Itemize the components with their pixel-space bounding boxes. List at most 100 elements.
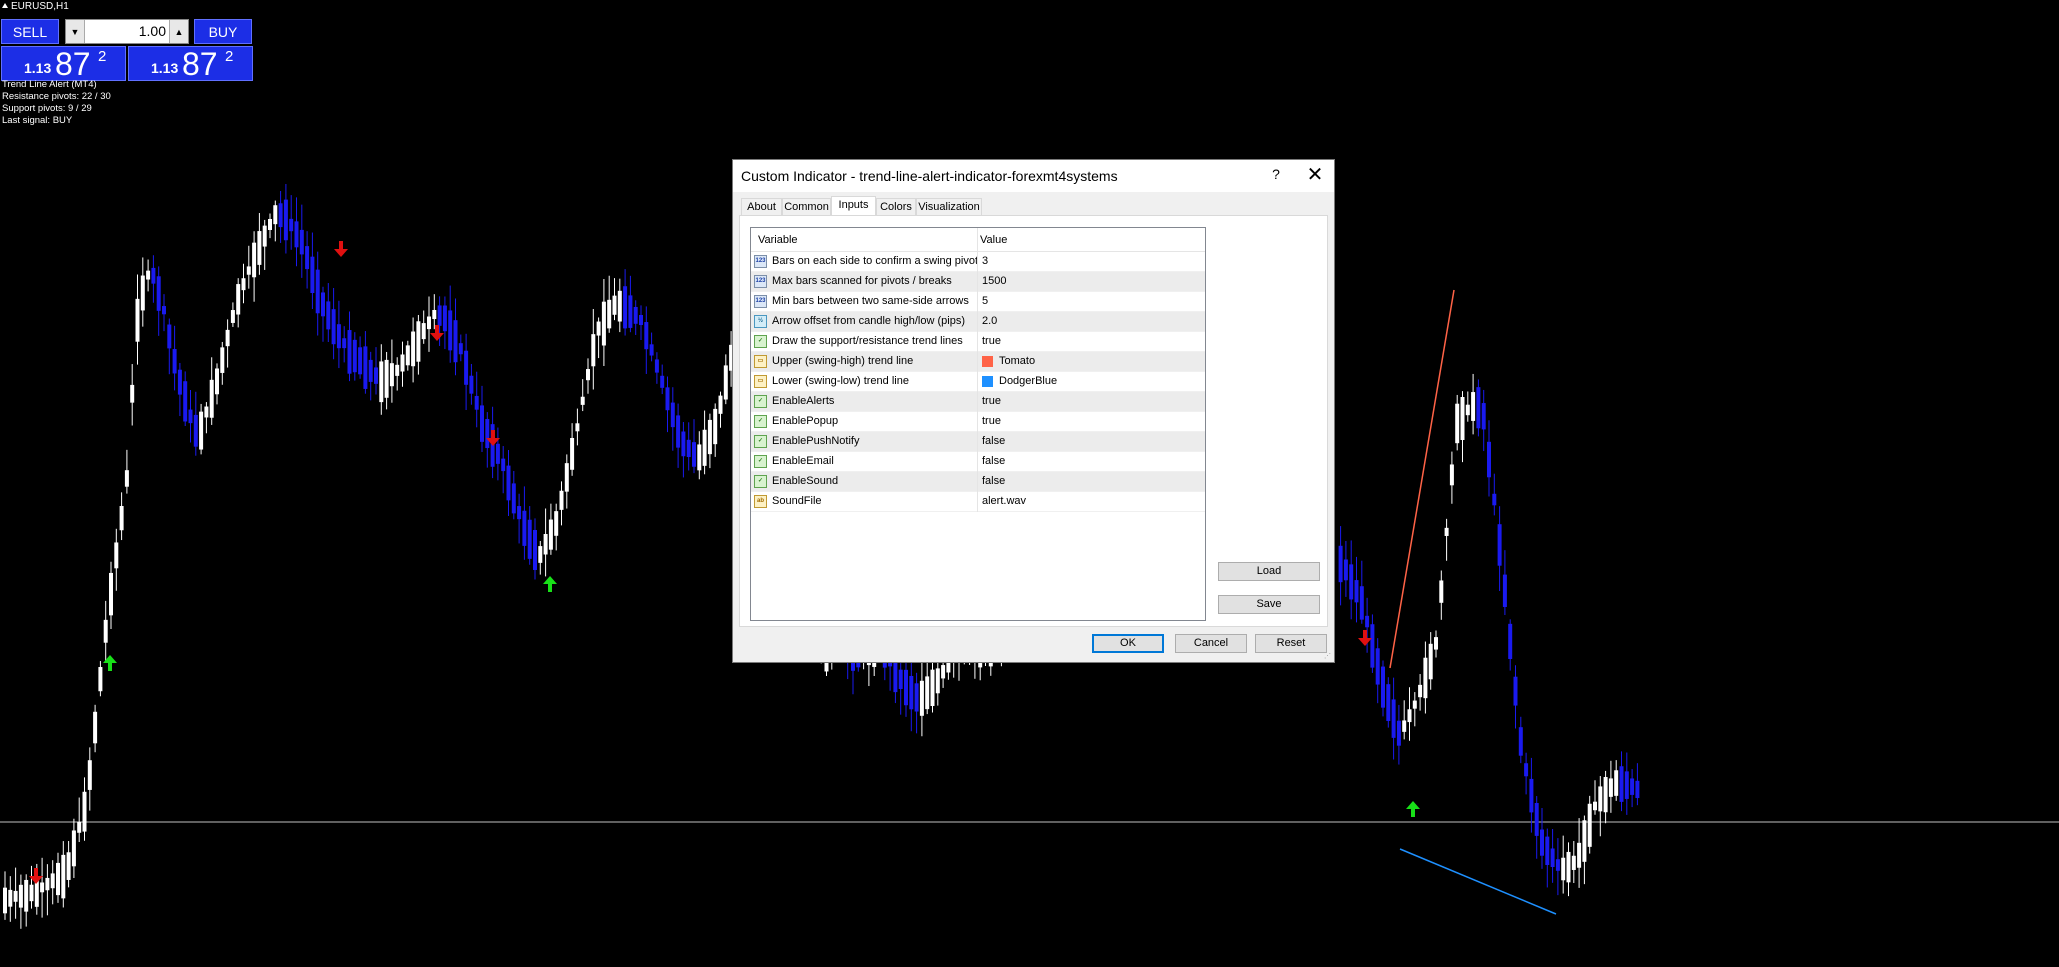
candle-body [1396, 720, 1401, 746]
candle-body [1465, 404, 1470, 416]
value-column-header[interactable]: Value [980, 234, 1007, 246]
candle-body [506, 465, 511, 501]
ask-price-fraction: 2 [225, 48, 234, 65]
table-row[interactable]: ✓ EnableSound false [751, 472, 1205, 492]
collapse-triangle-icon[interactable] [2, 3, 8, 8]
candle-body [554, 511, 559, 536]
candle-body [1412, 700, 1417, 709]
param-value[interactable]: 2.0 [982, 315, 997, 327]
candle-body [559, 490, 564, 510]
candle-body [93, 711, 98, 744]
candle-body [8, 889, 13, 907]
candle-body [241, 278, 246, 291]
tab-about[interactable]: About [741, 198, 782, 215]
param-value[interactable]: 1500 [982, 275, 1006, 287]
table-row[interactable]: 123 Bars on each side to confirm a swing … [751, 252, 1205, 272]
tab-inputs[interactable]: Inputs [831, 196, 876, 216]
header-divider[interactable] [977, 228, 978, 251]
load-button[interactable]: Load [1218, 562, 1320, 581]
param-name: Max bars scanned for pivots / breaks [772, 275, 952, 287]
candle-body [660, 375, 665, 388]
candle-body [1508, 623, 1513, 659]
cell-divider [977, 392, 978, 412]
int-type-icon: 123 [754, 295, 767, 308]
resize-grip-icon[interactable]: ⋰ [1324, 652, 1332, 660]
table-row[interactable]: ✓ EnablePushNotify false [751, 432, 1205, 452]
param-value[interactable]: false [982, 455, 1005, 467]
candle-body [358, 347, 363, 375]
table-row[interactable]: ab SoundFile alert.wav [751, 492, 1205, 512]
candle-body [480, 405, 484, 442]
param-value[interactable]: 5 [982, 295, 988, 307]
candle-body [1614, 770, 1619, 796]
param-value[interactable]: false [982, 475, 1005, 487]
candle-body [1598, 786, 1603, 812]
candle-body [395, 364, 400, 376]
param-value[interactable]: Tomato [999, 355, 1035, 367]
candle-body [1460, 396, 1465, 441]
param-value[interactable]: true [982, 415, 1001, 427]
candle-body [670, 402, 675, 428]
table-row[interactable]: ✓ EnablePopup true [751, 412, 1205, 432]
candle-body [130, 384, 135, 403]
table-row[interactable]: 123 Min bars between two same-side arrows… [751, 292, 1205, 312]
symbol-label: EURUSD,H1 [2, 1, 69, 12]
candle-body [199, 411, 204, 450]
candle-body [209, 379, 214, 418]
lot-increase-icon[interactable]: ▲ [169, 20, 188, 43]
lot-size-value[interactable]: 1.00 [86, 23, 166, 39]
candle-body [405, 345, 410, 366]
candle-body [1449, 464, 1454, 486]
bid-price-big: 87 [55, 46, 91, 82]
lot-size-field[interactable]: ▼ 1.00 ▲ [65, 19, 189, 44]
save-button[interactable]: Save [1218, 595, 1320, 614]
param-value[interactable]: 3 [982, 255, 988, 267]
col-type-icon: ▭ [754, 355, 767, 368]
ok-button[interactable]: OK [1092, 634, 1164, 653]
param-value[interactable]: true [982, 395, 1001, 407]
candle-body [374, 367, 378, 384]
candle-body [389, 363, 394, 387]
bool-type-icon: ✓ [754, 435, 767, 448]
table-row[interactable]: 123 Max bars scanned for pivots / breaks 1… [751, 272, 1205, 292]
param-value[interactable]: DodgerBlue [999, 375, 1057, 387]
param-name: EnablePopup [772, 415, 839, 427]
variable-column-header[interactable]: Variable [758, 234, 798, 246]
table-row[interactable]: ✓ Draw the support/resistance trend lines… [751, 332, 1205, 352]
sell-button[interactable]: SELL [1, 19, 59, 44]
bid-price-button[interactable]: 1.13 87 2 [1, 46, 126, 82]
param-value[interactable]: alert.wav [982, 495, 1026, 507]
param-value[interactable]: false [982, 435, 1005, 447]
candle-body [522, 510, 527, 546]
close-icon[interactable]: ✕ [1303, 162, 1327, 187]
candle-body [236, 284, 241, 315]
candle-body [464, 350, 469, 385]
table-row[interactable]: ½ Arrow offset from candle high/low (pips… [751, 312, 1205, 332]
candle-body [628, 295, 633, 328]
candle-body [458, 343, 463, 355]
cell-divider [977, 492, 978, 512]
table-row[interactable]: ✓ EnableEmail false [751, 452, 1205, 472]
ask-price-button[interactable]: 1.13 87 2 [128, 46, 253, 82]
help-icon[interactable]: ? [1266, 166, 1286, 182]
candle-body [230, 310, 235, 323]
param-value[interactable]: true [982, 335, 1001, 347]
candle-body [188, 409, 193, 424]
buy-button[interactable]: BUY [194, 19, 252, 44]
inputs-table[interactable]: Variable Value 123 Bars on each side to c… [750, 227, 1206, 621]
tab-common[interactable]: Common [782, 198, 831, 215]
table-row[interactable]: ▭ Upper (swing-high) trend line Tomato [751, 352, 1205, 372]
candle-body [1391, 699, 1396, 738]
dialog-titlebar[interactable]: Custom Indicator - trend-line-alert-indi… [733, 160, 1334, 192]
reset-button[interactable]: Reset [1255, 634, 1327, 653]
candle-body [352, 339, 357, 373]
table-row[interactable]: ✓ EnableAlerts true [751, 392, 1205, 412]
table-row[interactable]: ▭ Lower (swing-low) trend line DodgerBlue [751, 372, 1205, 392]
tab-colors[interactable]: Colors [876, 198, 916, 215]
candle-body [305, 246, 310, 270]
param-name: EnablePushNotify [772, 435, 860, 447]
cancel-button[interactable]: Cancel [1175, 634, 1247, 653]
candle-body [1502, 574, 1507, 607]
tab-visualization[interactable]: Visualization [916, 198, 982, 215]
lot-decrease-icon[interactable]: ▼ [66, 20, 85, 43]
